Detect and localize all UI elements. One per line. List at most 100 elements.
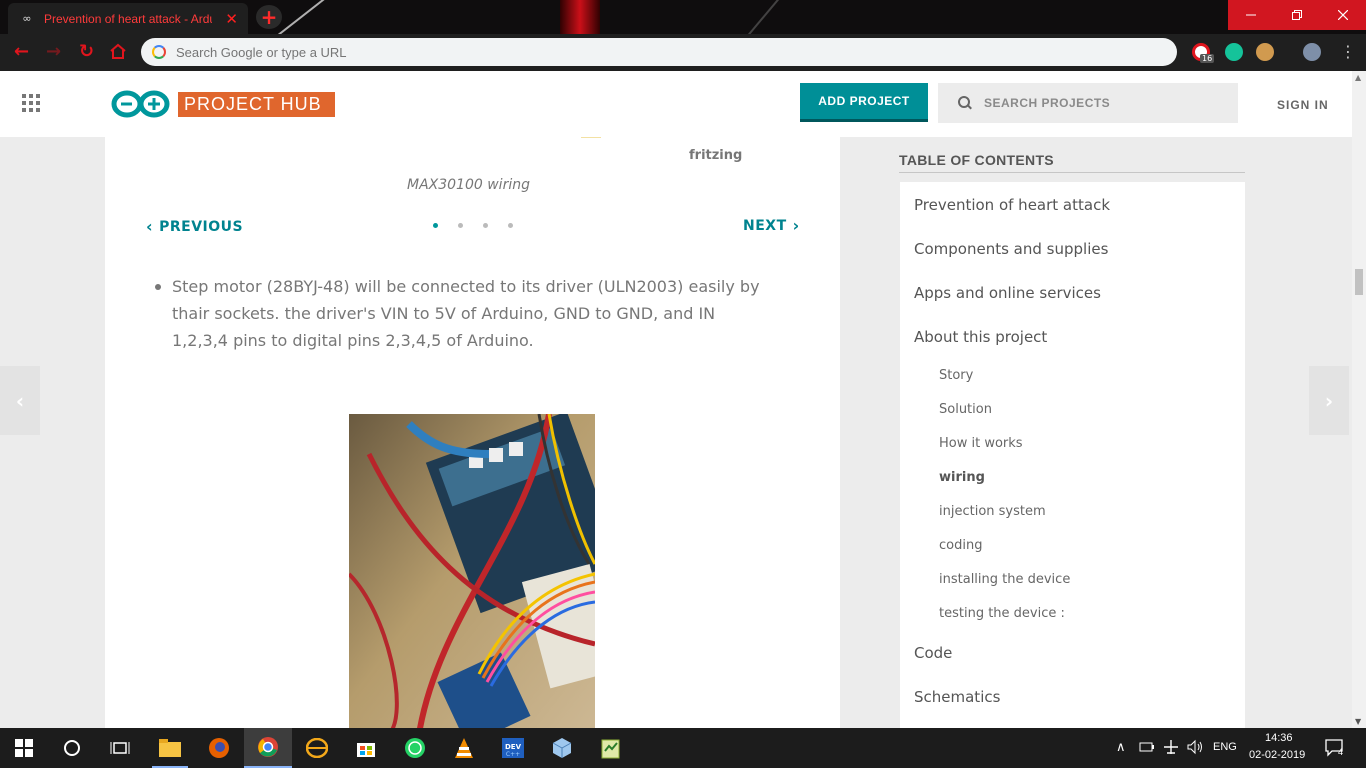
- chevron-left-icon: ‹: [146, 217, 154, 236]
- taskbar-store[interactable]: [342, 728, 390, 768]
- arduino-favicon-icon: ∞: [22, 12, 31, 25]
- add-project-button[interactable]: ADD PROJECT: [800, 83, 928, 122]
- carousel-dots: [433, 223, 513, 228]
- toc-subitem-active[interactable]: wiring: [939, 470, 985, 485]
- toc-subitem[interactable]: testing the device :: [939, 606, 1065, 621]
- toc-item[interactable]: About this project: [914, 328, 1047, 346]
- start-button[interactable]: [0, 728, 48, 768]
- whatsapp-icon: [405, 738, 425, 758]
- new-tab-button[interactable]: +: [256, 5, 282, 29]
- close-icon: [1338, 10, 1348, 20]
- minimize-button[interactable]: [1228, 0, 1274, 30]
- airplane-mode-icon[interactable]: [1162, 739, 1180, 755]
- volume-icon[interactable]: [1186, 739, 1204, 755]
- close-tab-icon[interactable]: ✕: [225, 10, 238, 28]
- show-hidden-icons[interactable]: ∧: [1116, 739, 1126, 755]
- toc-subitem[interactable]: coding: [939, 538, 982, 553]
- fritzing-watermark: fritzing: [689, 148, 743, 163]
- carousel-previous-button[interactable]: ‹ PREVIOUS: [146, 217, 243, 236]
- toc-item[interactable]: Code: [914, 644, 952, 662]
- clock-time[interactable]: 14:36: [1265, 732, 1293, 744]
- image-caption: MAX30100 wiring: [407, 177, 530, 193]
- toc-item[interactable]: Components and supplies: [914, 240, 1108, 258]
- url-input[interactable]: [176, 44, 1136, 60]
- taskbar-chrome[interactable]: [244, 728, 292, 768]
- search-button[interactable]: [48, 728, 96, 768]
- browser-tab[interactable]: ∞ Prevention of heart attack - Arduino ✕: [8, 3, 248, 34]
- cortana-icon: [64, 740, 80, 756]
- taskbar-vlc[interactable]: [440, 728, 488, 768]
- scroll-down-icon[interactable]: ▼: [1355, 717, 1361, 726]
- language-indicator[interactable]: ENG: [1213, 741, 1237, 753]
- sign-in-link[interactable]: SIGN IN: [1277, 98, 1329, 112]
- battery-icon[interactable]: [1139, 740, 1155, 754]
- next-project-arrow[interactable]: ›: [1309, 366, 1349, 435]
- chrome-icon: [258, 737, 278, 757]
- task-view-icon: [110, 742, 130, 754]
- taskbar-firefox[interactable]: [195, 728, 243, 768]
- notepad-icon: [601, 739, 620, 759]
- toc-item[interactable]: Apps and online services: [914, 284, 1101, 302]
- toc-subitem[interactable]: injection system: [939, 504, 1046, 519]
- extension-badge: 16: [1200, 54, 1215, 63]
- vlc-icon: [455, 738, 473, 758]
- previous-project-arrow[interactable]: ‹: [0, 366, 40, 435]
- minimize-icon: [1246, 14, 1256, 16]
- carousel-dot[interactable]: [433, 223, 438, 228]
- restore-button[interactable]: [1274, 0, 1320, 30]
- toc-item[interactable]: Schematics: [914, 688, 1000, 706]
- taskbar-file-explorer[interactable]: [146, 728, 194, 768]
- cube-icon: [552, 738, 572, 758]
- toc-subitem[interactable]: How it works: [939, 436, 1023, 451]
- cookie-icon[interactable]: [1256, 43, 1274, 61]
- close-window-button[interactable]: [1320, 0, 1366, 30]
- carousel-dot[interactable]: [483, 223, 488, 228]
- store-icon: [357, 743, 375, 757]
- home-icon[interactable]: [109, 43, 127, 60]
- devcpp-icon: DEVC++: [502, 738, 524, 758]
- clock-date[interactable]: 02-02-2019: [1249, 749, 1305, 761]
- page-scrollbar[interactable]: ▲ ▼: [1352, 71, 1366, 728]
- taskbar-notepadpp[interactable]: [587, 728, 635, 768]
- search-projects-box[interactable]: [938, 83, 1238, 123]
- image-edge: [581, 137, 601, 138]
- taskbar-virtualbox[interactable]: [538, 728, 586, 768]
- notification-count: 4: [1338, 747, 1344, 757]
- instruction-list: Step motor (28BYJ-48) will be connected …: [153, 273, 773, 354]
- arduino-logo-icon[interactable]: [110, 89, 174, 119]
- chevron-right-icon: ›: [1324, 388, 1334, 413]
- restore-icon: [1292, 10, 1302, 20]
- carousel-dot[interactable]: [458, 223, 463, 228]
- svg-text:C++: C++: [506, 751, 520, 758]
- back-arrow-icon[interactable]: ←: [14, 43, 29, 61]
- reload-icon[interactable]: ↻: [79, 43, 94, 61]
- toc-title: TABLE OF CONTENTS: [899, 152, 1245, 173]
- task-view-button[interactable]: [96, 728, 144, 768]
- browser-toolbar: ← → ↻ 16 ⋮: [0, 34, 1366, 71]
- toc-subitem[interactable]: installing the device: [939, 572, 1070, 587]
- scrollbar-thumb[interactable]: [1355, 269, 1363, 295]
- address-bar[interactable]: [141, 38, 1177, 66]
- toc-subitem[interactable]: Solution: [939, 402, 992, 417]
- windows-logo-icon: [15, 739, 33, 757]
- toc-subitem[interactable]: Story: [939, 368, 973, 383]
- taskbar-mail[interactable]: [293, 728, 341, 768]
- project-hub-logo[interactable]: PROJECT HUB: [178, 92, 335, 117]
- carousel-next-button[interactable]: NEXT ›: [743, 216, 800, 235]
- forward-arrow-icon[interactable]: →: [46, 43, 61, 61]
- toc-item[interactable]: Prevention of heart attack: [914, 196, 1110, 214]
- apps-grid-icon[interactable]: [22, 94, 40, 112]
- grammarly-icon[interactable]: [1225, 43, 1243, 61]
- taskbar-devcpp[interactable]: DEV C++: [489, 728, 537, 768]
- menu-kebab-icon[interactable]: ⋮: [1340, 43, 1356, 61]
- mail-icon: [306, 738, 328, 758]
- search-projects-input[interactable]: [984, 96, 1224, 110]
- firefox-icon: [209, 738, 229, 758]
- carousel-dot[interactable]: [508, 223, 513, 228]
- site-header: PROJECT HUB ADD PROJECT SIGN IN: [0, 71, 1352, 137]
- taskbar-whatsapp[interactable]: [391, 728, 439, 768]
- tab-title: Prevention of heart attack - Arduino: [44, 11, 212, 26]
- wiring-photo[interactable]: [349, 414, 595, 728]
- profile-avatar[interactable]: [1303, 43, 1321, 61]
- scroll-up-icon[interactable]: ▲: [1355, 73, 1361, 82]
